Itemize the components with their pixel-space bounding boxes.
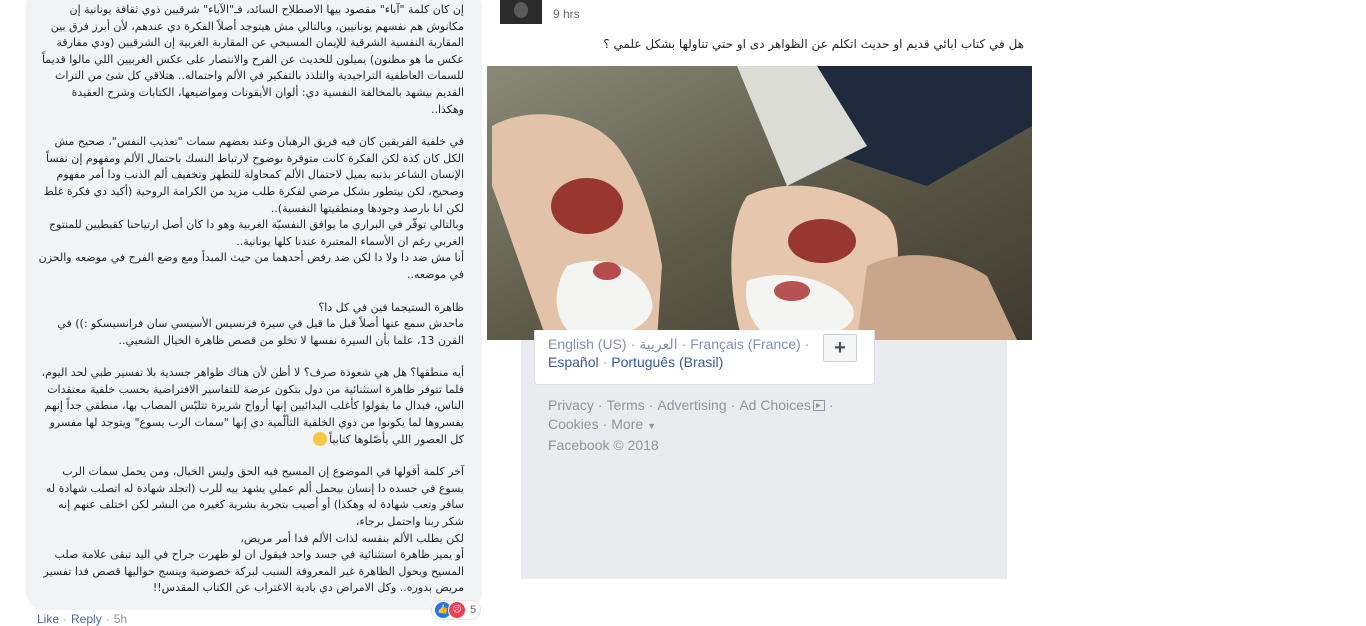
footer-row-2: Cookies · More ▼ <box>548 415 868 436</box>
language-spanish[interactable]: Español <box>548 354 599 370</box>
chevron-down-icon: ▼ <box>647 421 656 431</box>
avatar[interactable] <box>500 0 542 24</box>
separator-dot: · <box>63 612 68 626</box>
separator-dot: · <box>828 397 834 413</box>
privacy-link[interactable]: Privacy <box>548 397 594 413</box>
add-language-button[interactable]: + <box>823 334 857 362</box>
like-link[interactable]: Like <box>37 612 59 626</box>
separator-dot: · <box>804 336 810 352</box>
comment-actions: Like · Reply · 5h <box>37 612 127 626</box>
ad-choices-icon <box>812 400 825 411</box>
separator-dot: · <box>730 397 736 413</box>
separator-dot: · <box>648 397 654 413</box>
reaction-summary[interactable]: 👍 ☹ 5 <box>432 601 481 619</box>
comment-paragraph-4: أيه منطقها؟ هل هي شعوذة صرف؟ لا أظن لأن … <box>36 365 464 448</box>
footer-links: Privacy · Terms · Advertising · Ad Choices · Co… <box>548 396 868 455</box>
separator-dot: · <box>681 336 687 352</box>
language-french[interactable]: Français (France) <box>690 336 800 352</box>
comment-bubble: إن كان كلمة "آباء" مقصود بيها الاصطلاح ا… <box>26 0 482 610</box>
cookies-link[interactable]: Cookies <box>548 416 599 432</box>
comment-panel: إن كان كلمة "آباء" مقصود بيها الاصطلاح ا… <box>0 0 520 626</box>
separator-dot: · <box>105 612 110 626</box>
language-arabic[interactable]: العربية <box>639 336 677 352</box>
comment-paragraph-4-text: أيه منطقها؟ هل هي شعوذة صرف؟ لا أظن لأن … <box>41 366 464 446</box>
footer-row-1: Privacy · Terms · Advertising · Ad Choices · <box>548 396 868 415</box>
photo-of-wounded-palms-icon <box>487 66 1032 340</box>
reaction-count: 5 <box>470 604 477 616</box>
separator-dot: · <box>597 397 603 413</box>
post-text: هل في كتاب ابائي قديم او حديث اتكلم عن ا… <box>603 37 1024 51</box>
more-link[interactable]: More ▼ <box>611 416 656 432</box>
sad-reaction-icon: ☹ <box>448 601 466 619</box>
language-row-1: English (US) · العربية · Français (France) · <box>548 336 813 353</box>
sad-emoji-icon <box>313 431 328 446</box>
separator-dot: · <box>602 416 608 432</box>
post-timestamp[interactable]: 9 hrs <box>553 7 580 21</box>
ad-choices-label: Ad Choices <box>739 397 811 413</box>
more-label: More <box>611 416 644 432</box>
separator-dot: · <box>602 354 608 370</box>
copyright-text: Facebook © 2018 <box>548 437 659 453</box>
terms-link[interactable]: Terms <box>607 397 645 413</box>
post-photo[interactable] <box>487 66 1032 340</box>
language-english[interactable]: English (US) <box>548 336 627 352</box>
language-portuguese[interactable]: Português (Brasil) <box>611 354 723 370</box>
separator-dot: · <box>630 336 636 352</box>
comment-paragraph-5: آخر كلمة أقولها في الموضوع إن المسيح فيه… <box>43 465 465 595</box>
advertising-link[interactable]: Advertising <box>657 397 726 413</box>
reply-link[interactable]: Reply <box>71 612 102 626</box>
ad-choices-link[interactable]: Ad Choices <box>739 397 825 413</box>
comment-paragraph-2: في خلفية الفريقين كان فيه فريق الرهبان و… <box>38 135 464 281</box>
comment-paragraph-3: ظاهرة الستيجما فين في كل دا؟ ماحدش سمع ع… <box>57 300 464 347</box>
language-row-2: Español · Português (Brasil) <box>548 354 723 370</box>
comment-timestamp[interactable]: 5h <box>114 612 127 626</box>
comment-paragraph-1: إن كان كلمة "آباء" مقصود بيها الاصطلاح ا… <box>41 3 464 116</box>
